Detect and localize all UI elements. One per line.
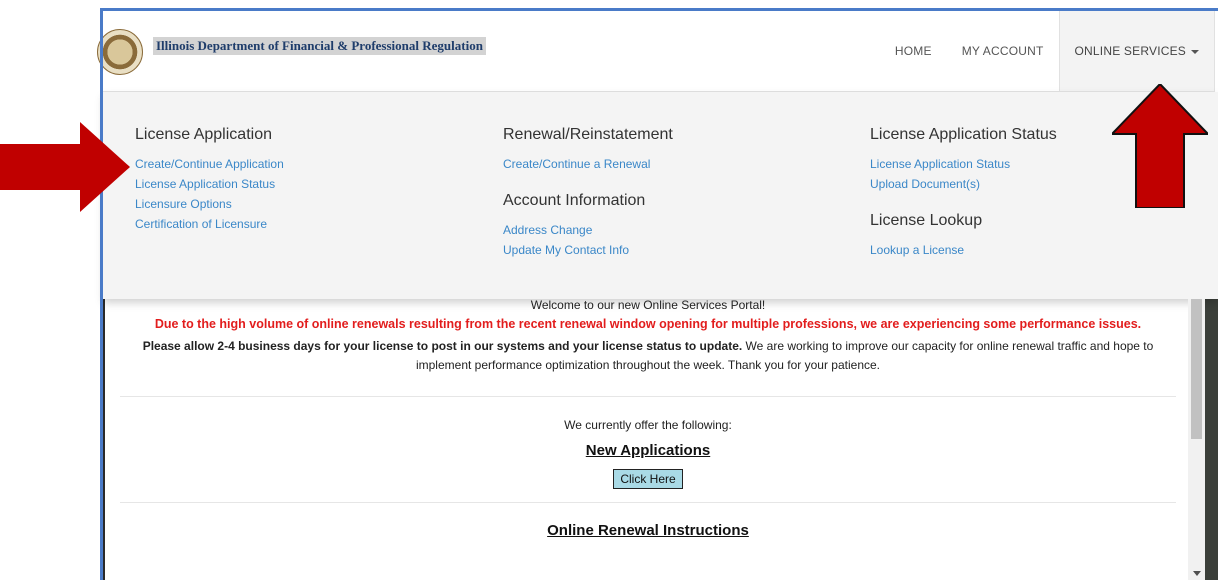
nav-home[interactable]: HOME [880,11,947,91]
screenshot-border [100,8,103,580]
menu-col-renewal: Renewal/Reinstatement Create/Continue a … [503,126,673,260]
nav-online-services-label: ONLINE SERVICES [1074,44,1186,58]
top-navbar: Illinois Department of Financial & Profe… [97,11,1215,92]
divider [120,502,1176,503]
scroll-down-arrow-icon[interactable] [1193,571,1201,576]
menu-col-license-application: License Application Create/Continue Appl… [135,126,284,234]
menu-link-update-contact-info[interactable]: Update My Contact Info [503,240,673,260]
brand-name: Illinois Department of Financial & Profe… [153,37,486,55]
menu-link-application-status[interactable]: License Application Status [870,154,1057,174]
nav-online-services[interactable]: ONLINE SERVICES [1058,11,1215,91]
caret-down-icon [1191,49,1199,54]
menu-link-licensure-options[interactable]: Licensure Options [135,194,284,214]
page-scrollbar[interactable] [1188,299,1205,580]
menu-link-upload-documents[interactable]: Upload Document(s) [870,174,1057,194]
menu-link-certification-of-licensure[interactable]: Certification of Licensure [135,214,284,234]
online-services-menu: License Application Create/Continue Appl… [103,92,1218,299]
processing-notice: Please allow 2-4 business days for your … [120,337,1176,375]
annotation-arrow-up-icon [1112,84,1208,208]
new-applications-heading: New Applications [585,442,711,459]
processing-notice-bold: Please allow 2-4 business days for your … [142,339,743,353]
nav-links: HOME MY ACCOUNT ONLINE SERVICES [880,11,1215,91]
menu-heading-license-application: License Application [135,126,272,143]
annotation-arrow-right-icon [0,122,130,212]
welcome-text: Welcome to our new Online Services Porta… [530,299,766,310]
menu-heading-renewal: Renewal/Reinstatement [503,126,673,143]
menu-heading-license-lookup: License Lookup [870,212,983,229]
scrollbar-thumb[interactable] [1191,299,1202,439]
page-content: Welcome to our new Online Services Porta… [120,299,1176,539]
menu-link-create-continue-renewal[interactable]: Create/Continue a Renewal [503,154,673,174]
offer-text: We currently offer the following: [564,418,732,432]
menu-col-application-status: License Application Status License Appli… [870,126,1057,260]
brand[interactable]: Illinois Department of Financial & Profe… [97,29,486,75]
nav-my-account[interactable]: MY ACCOUNT [947,11,1059,91]
screenshot-border [100,8,1218,11]
performance-warning: Due to the high volume of online renewal… [154,317,1142,331]
menu-link-create-continue-application[interactable]: Create/Continue Application [135,154,284,174]
divider [120,396,1176,397]
menu-heading-account-information: Account Information [503,192,646,209]
click-here-button[interactable]: Click Here [613,469,683,489]
background-strip [1205,290,1218,580]
menu-link-address-change[interactable]: Address Change [503,220,673,240]
state-seal-icon [97,29,143,75]
online-renewal-instructions-heading[interactable]: Online Renewal Instructions [120,522,1176,539]
menu-link-license-application-status[interactable]: License Application Status [135,174,284,194]
menu-heading-application-status: License Application Status [870,126,1057,143]
menu-link-lookup-license[interactable]: Lookup a License [870,240,1057,260]
